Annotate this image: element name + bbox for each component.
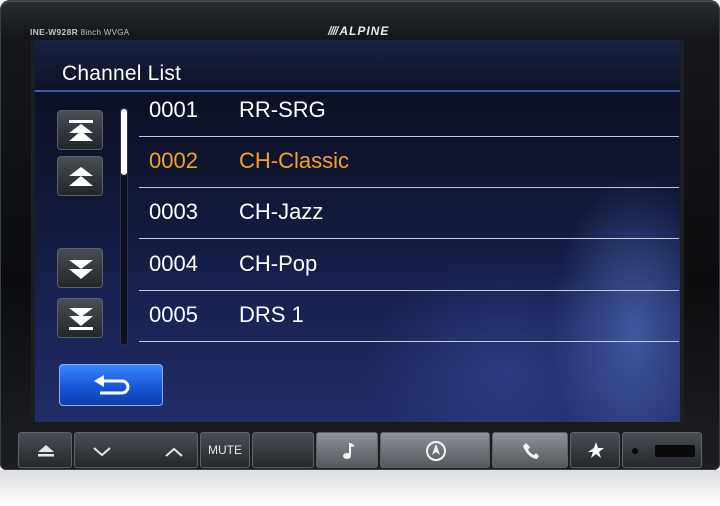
chevron-down-icon (93, 447, 111, 457)
up-icon (69, 167, 93, 186)
eject-button[interactable] (18, 432, 72, 468)
channel-number: 0004 (149, 251, 198, 276)
sensor-panel (622, 432, 702, 468)
scrollbar[interactable] (120, 108, 128, 345)
back-button[interactable] (59, 364, 163, 406)
chevron-up-icon (165, 447, 183, 457)
navigation-button[interactable] (380, 432, 490, 468)
channel-row[interactable]: 0001 RR-SRG (139, 85, 679, 137)
channel-number: 0005 (149, 302, 198, 327)
phone-icon (523, 443, 539, 459)
scroll-down-button[interactable] (57, 248, 103, 288)
channel-name: CH-Classic (239, 148, 349, 173)
channel-number: 0003 (149, 199, 198, 224)
channel-row[interactable]: 0004 CH-Pop (139, 239, 679, 291)
hardware-button-strip: MUTE (18, 432, 708, 468)
channel-name: CH-Jazz (239, 199, 324, 224)
audio-button[interactable] (316, 432, 378, 468)
model-label: INE-W928R 8inch WVGA (30, 27, 130, 37)
page-down-button[interactable] (57, 298, 103, 338)
scrollbar-thumb[interactable] (121, 109, 127, 175)
star-icon (588, 442, 604, 458)
device-bezel: INE-W928R 8inch WVGA ////ALPINE Channel … (0, 0, 720, 470)
channel-name: RR-SRG (239, 97, 326, 122)
down-icon (69, 260, 93, 279)
music-note-icon (343, 443, 355, 459)
channel-number: 0002 (149, 148, 198, 173)
channel-name: CH-Pop (239, 251, 318, 276)
channel-row[interactable]: 0005 DRS 1 (139, 290, 679, 342)
page-down-icon (69, 308, 93, 330)
sensor-icon (632, 445, 695, 457)
channel-name: DRS 1 (239, 302, 304, 327)
volume-rocker[interactable] (74, 432, 198, 468)
channel-number: 0001 (149, 97, 198, 122)
phone-button[interactable] (492, 432, 568, 468)
page-up-button[interactable] (57, 110, 103, 150)
navigation-icon (426, 441, 446, 461)
channel-row-selected[interactable]: 0002 CH-Classic (139, 136, 679, 188)
scroll-up-button[interactable] (57, 156, 103, 196)
page-up-icon (69, 120, 93, 141)
page-title: Channel List (62, 62, 182, 85)
back-arrow-icon (94, 375, 130, 395)
eject-icon (38, 445, 54, 457)
favorite-button[interactable] (570, 432, 620, 468)
brand-logo: ////ALPINE (328, 24, 390, 38)
reflection (0, 470, 720, 506)
blank-button[interactable] (252, 432, 314, 468)
channel-row[interactable]: 0003 CH-Jazz (139, 187, 679, 239)
mute-button[interactable]: MUTE (200, 432, 250, 468)
screen: Channel List 0001 RR-SRG 0002 CH-Classic… (31, 40, 684, 422)
